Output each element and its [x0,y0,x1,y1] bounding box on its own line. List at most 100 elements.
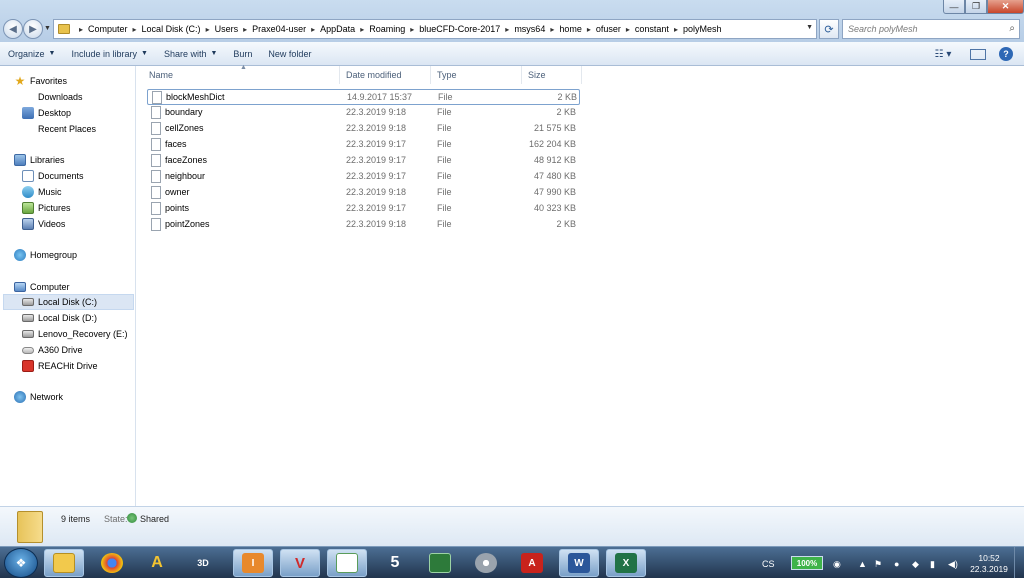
breadcrumb-computer[interactable]: Computer ▸ [88,24,142,34]
flag-icon[interactable]: ⚑ [874,559,882,570]
file-type: File [437,139,452,149]
address-bar[interactable]: ▸ Computer ▸ Local Disk (C:) ▸ Users ▸ Prax… [53,19,817,39]
recent-pages-dropdown[interactable]: ▼ [44,25,51,32]
file-size: 47 480 KB [533,171,576,181]
taskbar-app-acrobat[interactable]: A [512,549,552,577]
breadcrumb-msys64[interactable]: msys64 ▸ [514,24,559,34]
breadcrumb-constant[interactable]: constant ▸ [635,24,683,34]
breadcrumb-bluecfd[interactable]: blueCFD-Core-2017 ▸ [419,24,514,34]
drive-icon [22,298,34,306]
search-input[interactable]: Search polyMesh ⌕ [842,19,1020,39]
file-row[interactable]: faceZones 22.3.2019 9:17 File 48 912 KB [147,153,580,169]
file-type: File [437,123,452,133]
refresh-button[interactable]: ⟳ [819,19,839,39]
column-header-date-modified[interactable]: Date modified [340,66,431,84]
breadcrumb-users[interactable]: Users ▸ [215,24,253,34]
navigation-pane: ★ Favorites Downloads Desktop Recent Plac… [0,66,136,506]
new-folder-button[interactable]: New folder [260,42,319,65]
desktop-icon [22,107,34,119]
sidebar-item-homegroup[interactable]: Homegroup [14,247,77,263]
videos-icon [22,218,34,230]
show-desktop-button[interactable] [1014,547,1024,578]
column-header-name[interactable]: Name [143,66,340,84]
taskbar-app-chrome[interactable] [92,549,132,577]
reachit-icon [22,360,34,372]
battery-indicator[interactable]: 100% [791,556,823,570]
organize-button[interactable]: Organize ▼ [0,42,63,65]
taskbar-app-excel[interactable]: X [606,549,646,577]
breadcrumb-polymesh[interactable]: polyMesh [683,24,722,34]
sidebar-item-desktop[interactable]: Desktop [22,105,71,121]
breadcrumb-ofuser[interactable]: ofuser ▸ [596,24,635,34]
file-row[interactable]: owner 22.3.2019 9:18 File 47 990 KB [147,185,580,201]
sidebar-item-computer[interactable]: Computer [14,279,70,295]
share-with-button[interactable]: Share with ▼ [156,42,225,65]
window-icon [336,553,358,573]
taskbar-app-inventor[interactable]: I [233,549,273,577]
sidebar-item-local-disk-c[interactable]: Local Disk (C:) [3,294,134,310]
change-view-button[interactable]: ☷ ▾ [928,47,958,61]
language-indicator[interactable]: CS [762,559,775,569]
tray-app-icon[interactable]: ◉ [833,559,841,570]
breadcrumb-user[interactable]: Praxe04-user ▸ [252,24,320,34]
taskbar-app-word[interactable]: W [559,549,599,577]
column-header-type[interactable]: Type [431,66,522,84]
sidebar-item-lenovo-recovery[interactable]: Lenovo_Recovery (E:) [22,326,128,342]
file-row[interactable]: pointZones 22.3.2019 9:18 File 2 KB [147,217,580,233]
taskbar-app-v[interactable]: V [280,549,320,577]
forward-button[interactable]: ▶ [23,19,43,39]
system-clock[interactable]: 10:52 22.3.2019 [967,553,1011,575]
taskbar-app-a[interactable]: A [137,549,177,577]
sidebar-item-libraries[interactable]: Libraries [14,152,65,168]
sidebar-item-videos[interactable]: Videos [22,216,65,232]
file-date: 22.3.2019 9:18 [346,107,407,117]
taskbar-app-x5[interactable]: 5 [375,549,415,577]
breadcrumb-appdata[interactable]: AppData ▸ [320,24,369,34]
sidebar-item-recent-places[interactable]: Recent Places [38,121,96,137]
sidebar-item-music[interactable]: Music [22,184,62,200]
close-button[interactable]: ✕ [987,0,1024,14]
breadcrumb-separator[interactable]: ▸ [74,25,88,34]
taskbar-app-window[interactable] [327,549,367,577]
breadcrumb-home[interactable]: home ▸ [559,24,596,34]
address-dropdown-icon[interactable]: ▼ [806,24,813,31]
file-row[interactable]: boundary 22.3.2019 9:18 File 2 KB [147,105,580,121]
include-in-library-button[interactable]: Include in library ▼ [63,42,155,65]
sync-icon[interactable]: ◆ [912,559,919,570]
show-hidden-icons[interactable]: ▲ [858,559,867,569]
sidebar-item-a360-drive[interactable]: A360 Drive [22,342,83,358]
item-count: 9 items [61,514,91,524]
taskbar-app-monitor[interactable] [420,549,460,577]
preview-pane-button[interactable] [970,49,986,60]
back-button[interactable]: ◀ [3,19,23,39]
file-row[interactable]: blockMeshDict 14.9.2017 15:37 File 2 KB [147,89,580,105]
file-date: 22.3.2019 9:18 [346,187,407,197]
file-row[interactable]: faces 22.3.2019 9:17 File 162 204 KB [147,137,580,153]
burn-button[interactable]: Burn [225,42,260,65]
file-row[interactable]: points 22.3.2019 9:17 File 40 323 KB [147,201,580,217]
sidebar-item-network[interactable]: Network [14,389,63,405]
volume-icon[interactable]: ◀) [948,559,958,570]
update-icon[interactable]: ● [894,559,899,569]
help-button[interactable]: ? [999,47,1013,61]
start-button[interactable]: ❖ [4,548,38,578]
sidebar-item-reachit-drive[interactable]: REACHit Drive [22,358,98,374]
breadcrumb-roaming[interactable]: Roaming ▸ [369,24,419,34]
signal-icon[interactable]: ▮ [930,559,935,570]
sidebar-item-pictures[interactable]: Pictures [22,200,71,216]
column-header-size[interactable]: Size [522,66,582,84]
file-row[interactable]: neighbour 22.3.2019 9:17 File 47 480 KB [147,169,580,185]
taskbar-app-3ds[interactable]: 3D [183,549,223,577]
search-icon[interactable]: ⌕ [1009,23,1015,34]
sidebar-item-favorites[interactable]: ★ Favorites [14,73,67,89]
minimize-button[interactable]: — [943,0,965,14]
sidebar-item-documents[interactable]: Documents [22,168,84,184]
sidebar-item-downloads[interactable]: Downloads [38,89,83,105]
file-list: ▲ Name Date modified Type Size blockMesh… [137,64,1024,506]
maximize-button[interactable]: ❐ [965,0,987,14]
taskbar-app-explorer[interactable] [44,549,84,577]
file-row[interactable]: cellZones 22.3.2019 9:18 File 21 575 KB [147,121,580,137]
breadcrumb-local-disk-c[interactable]: Local Disk (C:) ▸ [142,24,215,34]
sidebar-item-local-disk-d[interactable]: Local Disk (D:) [22,310,97,326]
taskbar-app-disc[interactable] [466,549,506,577]
